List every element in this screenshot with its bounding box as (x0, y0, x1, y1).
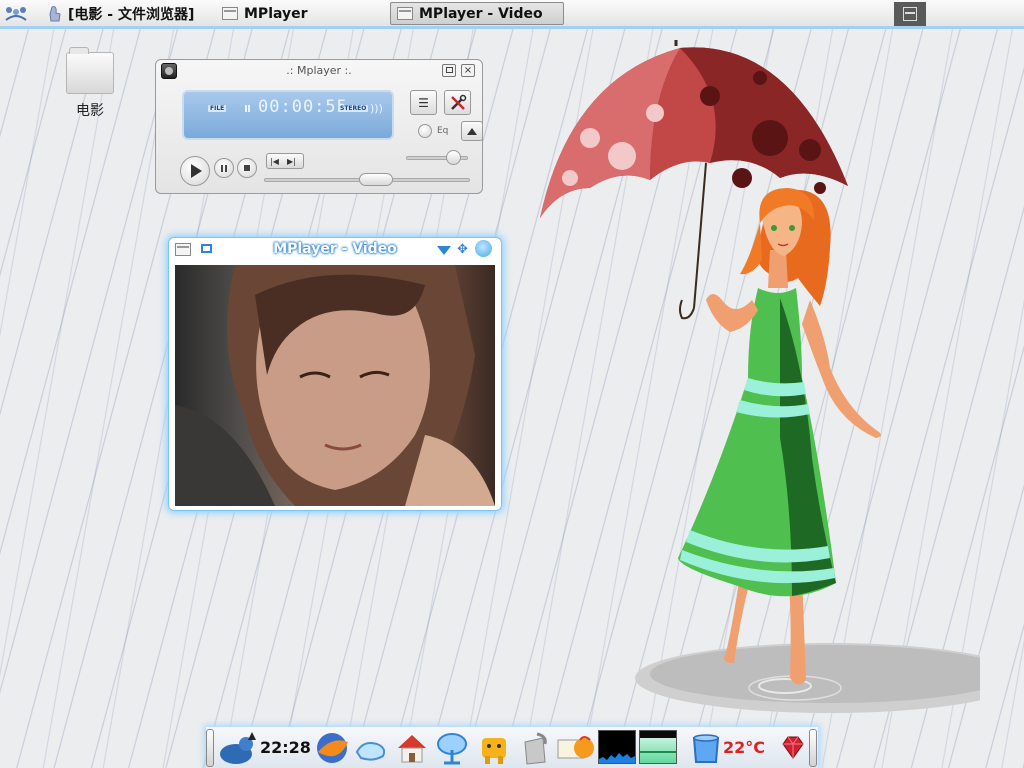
dock-left-handle[interactable] (206, 729, 214, 767)
cpu-graph[interactable] (598, 730, 636, 764)
eq-label: Eq (437, 126, 449, 136)
show-desktop-icon[interactable] (48, 0, 62, 28)
shade-icon[interactable] (437, 246, 451, 255)
close-button[interactable]: × (461, 64, 475, 77)
volume-slider-thumb[interactable] (445, 150, 461, 165)
playlist-button[interactable]: ☰ (410, 90, 437, 115)
water-icon[interactable] (688, 730, 724, 766)
task-label: MPlayer (244, 5, 308, 22)
network-icon[interactable] (353, 730, 389, 766)
desktop-icon-movies[interactable]: 电影 (60, 47, 120, 120)
kde-menu-icon[interactable] (3, 0, 29, 28)
task-file-browser[interactable]: [电影 - 文件浏览器] (62, 2, 200, 25)
stop-icon (244, 165, 250, 171)
bottom-dock: 22:28 22°C (206, 727, 818, 768)
mplayer-control-window[interactable]: .: Mplayer :. × FILE 00:00:55 STEREO )))… (155, 59, 483, 194)
tools-icon (450, 94, 466, 110)
window-list-icon (903, 7, 917, 21)
maximize-button[interactable] (442, 64, 456, 77)
browser-icon[interactable] (314, 730, 350, 766)
task-mplayer[interactable]: MPlayer (216, 2, 314, 25)
next-button[interactable]: ▶| (287, 157, 296, 166)
play-icon (191, 164, 202, 178)
wallpaper-illustration (540, 40, 980, 713)
seek-slider-thumb[interactable] (358, 173, 393, 186)
window-title: .: Mplayer :. (286, 64, 352, 77)
folder-icon (66, 47, 114, 94)
lcd-display: FILE 00:00:55 STEREO ))) (182, 90, 394, 140)
desktop-icon-label: 电影 (76, 103, 104, 119)
playlist-icon: ☰ (418, 95, 429, 110)
close-skull-icon[interactable] (475, 240, 492, 257)
skip-buttons: |◀ ▶| (266, 153, 304, 169)
speaker-icon: ))) (370, 102, 383, 115)
play-button[interactable] (180, 156, 210, 186)
ruby-icon[interactable] (780, 730, 806, 766)
mplayer-video-window[interactable]: MPlayer - Video ✥ (168, 237, 502, 511)
stop-button[interactable] (237, 158, 257, 178)
satellite-icon[interactable] (434, 730, 470, 766)
window-icon (222, 7, 238, 20)
top-taskbar: [电影 - 文件浏览器] MPlayer MPlayer - Video (0, 0, 1024, 29)
playback-time: 00:00:55 (258, 97, 348, 117)
pager-button[interactable] (894, 2, 926, 26)
trash-icon[interactable] (517, 730, 553, 766)
mascot-icon[interactable] (476, 730, 512, 766)
window-icon (397, 7, 413, 20)
task-label: MPlayer - Video (419, 5, 543, 22)
move-icon[interactable]: ✥ (457, 242, 468, 257)
mem-graph[interactable] (639, 730, 677, 764)
file-tag: FILE (208, 105, 227, 112)
home-icon[interactable] (394, 730, 430, 766)
window-title: MPlayer - Video (273, 241, 397, 257)
video-still-image (175, 265, 495, 506)
temperature-readout[interactable]: 22°C (723, 738, 765, 757)
eq-toggle[interactable] (418, 124, 432, 138)
notes-icon[interactable] (556, 730, 596, 766)
window-titlebar[interactable]: MPlayer - Video ✥ (169, 238, 501, 263)
pause-indicator-icon (245, 105, 250, 112)
previous-button[interactable]: |◀ (270, 157, 279, 166)
collapse-button[interactable] (461, 121, 483, 141)
stereo-tag: STEREO (338, 105, 369, 112)
video-frame[interactable] (175, 265, 495, 506)
triangle-up-icon (467, 127, 477, 135)
pause-icon (221, 164, 227, 172)
maximus-icon[interactable] (218, 730, 258, 766)
window-titlebar[interactable]: .: Mplayer :. × (156, 60, 482, 82)
task-mplayer-video[interactable]: MPlayer - Video (390, 2, 564, 25)
task-label: [电影 - 文件浏览器] (68, 6, 195, 23)
preferences-button[interactable] (444, 90, 471, 115)
pause-button[interactable] (214, 158, 234, 178)
dock-clock[interactable]: 22:28 (260, 738, 311, 757)
dock-right-handle[interactable] (809, 729, 817, 767)
